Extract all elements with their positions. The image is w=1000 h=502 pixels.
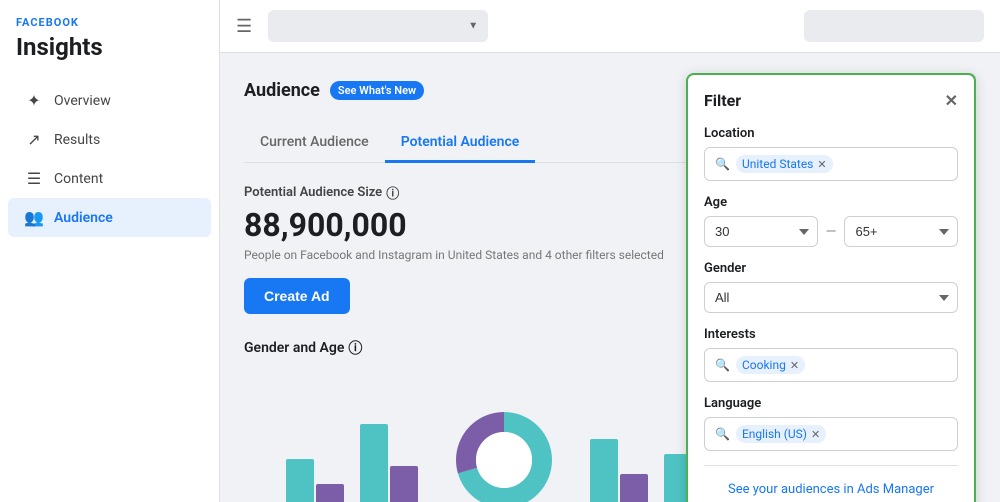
filter-title: Filter	[704, 91, 741, 110]
sidebar-item-label: Content	[54, 171, 103, 187]
filter-tag-us-label: United States	[742, 157, 813, 171]
filter-location-input[interactable]: 🔍 United States ✕	[704, 147, 958, 181]
sidebar: FACEBOOK Insights ✦ Overview ↗ Results ☰…	[0, 0, 220, 502]
chart-info-icon: ⓘ	[348, 338, 362, 358]
filter-label-gender: Gender	[704, 261, 958, 276]
filter-section-language: Language 🔍 English (US) ✕	[704, 396, 958, 451]
filter-tag-english: English (US) ✕	[736, 425, 826, 443]
interests-search-icon: 🔍	[715, 358, 730, 372]
tab-potential-audience[interactable]: Potential Audience	[385, 124, 536, 163]
audience-title: Audience	[244, 80, 320, 101]
filter-header: Filter ✕	[704, 91, 958, 110]
bar-men-25-34	[316, 484, 344, 502]
filter-language-input[interactable]: 🔍 English (US) ✕	[704, 417, 958, 451]
filter-tag-us-remove[interactable]: ✕	[817, 158, 826, 171]
filter-panel: Filter ✕ Location 🔍 United States ✕	[686, 73, 976, 502]
filter-age-from[interactable]: 30 18 25 35	[704, 216, 818, 247]
topbar-select[interactable]	[268, 10, 488, 42]
filter-label-language: Language	[704, 396, 958, 411]
sidebar-item-audience[interactable]: 👥 Audience	[8, 198, 211, 237]
filter-tag-english-remove[interactable]: ✕	[811, 428, 820, 441]
overview-icon: ✦	[24, 91, 44, 110]
sidebar-item-results[interactable]: ↗ Results	[8, 120, 211, 159]
filter-bottom: See your audiences in Ads Manager Create…	[704, 465, 958, 502]
filter-gender-select[interactable]: All Men Women	[704, 282, 958, 313]
main-area: ☰ Audience See What's New ⚙ Filter	[220, 0, 1000, 502]
bar-group-45-54	[590, 439, 648, 502]
content-wrapper: Audience See What's New ⚙ Filter ⬇ Expor…	[244, 73, 976, 502]
bar-women-35-44	[360, 424, 388, 502]
filter-label-interests: Interests	[704, 327, 958, 342]
filter-ads-manager-link[interactable]: See your audiences in Ads Manager	[704, 476, 958, 502]
tab-current-audience[interactable]: Current Audience	[244, 124, 385, 163]
size-info-icon: ⓘ	[386, 183, 399, 202]
filter-tag-english-label: English (US)	[742, 427, 807, 441]
filter-age-row: 30 18 25 35 — 65+ 55 45	[704, 216, 958, 247]
topbar-search-input[interactable]	[804, 10, 984, 42]
filter-close-button[interactable]: ✕	[945, 91, 958, 110]
sidebar-item-overview[interactable]: ✦ Overview	[8, 81, 211, 120]
bar-women-25-34	[286, 459, 314, 502]
donut-chart	[454, 410, 554, 502]
filter-section-interests: Interests 🔍 Cooking ✕	[704, 327, 958, 382]
topbar-select-wrapper	[268, 10, 488, 42]
topbar: ☰	[220, 0, 1000, 53]
filter-interests-input[interactable]: 🔍 Cooking ✕	[704, 348, 958, 382]
sidebar-item-label: Results	[54, 132, 100, 148]
language-search-icon: 🔍	[715, 427, 730, 441]
sidebar-title: Insights	[0, 33, 219, 81]
bar-men-45-54	[620, 474, 648, 502]
audience-title-row: Audience See What's New	[244, 80, 424, 101]
filter-section-age: Age 30 18 25 35 — 65+ 55 45	[704, 195, 958, 247]
filter-section-location: Location 🔍 United States ✕	[704, 126, 958, 181]
create-ad-button[interactable]: Create Ad	[244, 278, 350, 314]
results-icon: ↗	[24, 130, 44, 149]
sidebar-item-label: Audience	[54, 210, 113, 226]
content-area: Audience See What's New ⚙ Filter ⬇ Expor…	[220, 53, 1000, 502]
topbar-right	[804, 10, 984, 42]
bar-group-25-34	[286, 459, 344, 502]
sidebar-item-label: Overview	[54, 93, 111, 109]
bar-men-35-44	[390, 466, 418, 502]
content-icon: ☰	[24, 169, 44, 188]
menu-icon[interactable]: ☰	[236, 16, 252, 37]
bar-women-45-54	[590, 439, 618, 502]
filter-section-gender: Gender All Men Women	[704, 261, 958, 313]
filter-tag-cooking: Cooking ✕	[736, 356, 805, 374]
filter-age-to[interactable]: 65+ 55 45	[844, 216, 958, 247]
location-search-icon: 🔍	[715, 157, 730, 171]
sidebar-nav: ✦ Overview ↗ Results ☰ Content 👥 Audienc…	[0, 81, 219, 237]
filter-tag-us: United States ✕	[736, 155, 833, 173]
bar-group-35-44	[360, 424, 418, 502]
sidebar-item-content[interactable]: ☰ Content	[8, 159, 211, 198]
filter-label-age: Age	[704, 195, 958, 210]
filter-tag-cooking-remove[interactable]: ✕	[790, 359, 799, 372]
audience-icon: 👥	[24, 208, 44, 227]
filter-label-location: Location	[704, 126, 958, 141]
filter-age-dash: —	[826, 224, 837, 240]
filter-tag-cooking-label: Cooking	[742, 358, 786, 372]
sidebar-logo: FACEBOOK	[0, 16, 219, 33]
whats-new-badge[interactable]: See What's New	[330, 81, 424, 100]
